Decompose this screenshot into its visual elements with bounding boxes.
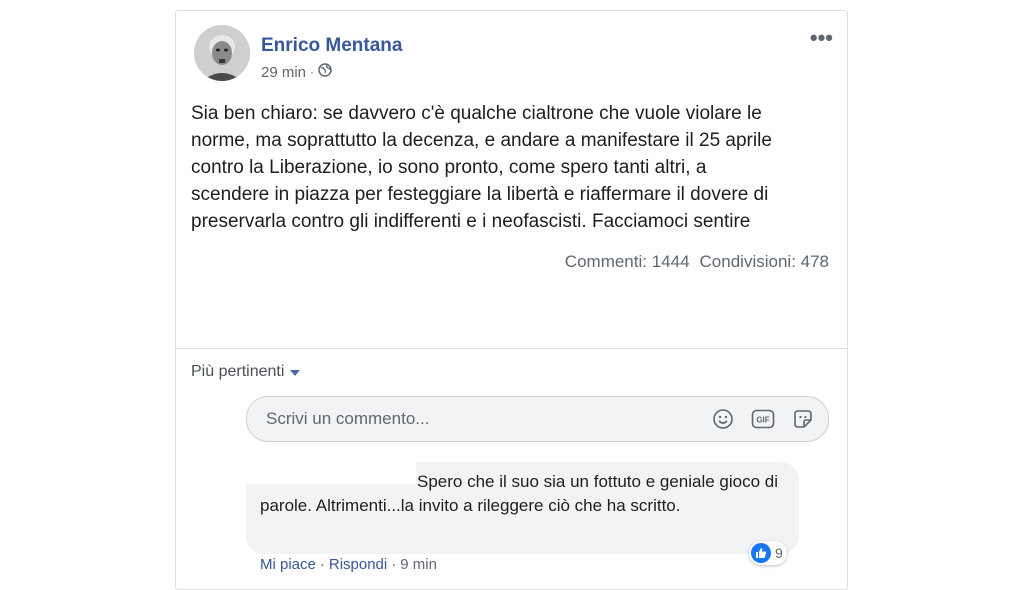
comment-text: Spero che il suo sia un fottuto e genial…: [260, 472, 779, 515]
comment-reactions[interactable]: 9: [749, 541, 787, 565]
like-link[interactable]: Mi piace: [260, 556, 316, 573]
comments-count[interactable]: Commenti: 1444: [565, 252, 690, 272]
post-time[interactable]: 29 min: [261, 64, 306, 81]
section-divider: [176, 348, 847, 349]
author-name[interactable]: Enrico Mentana: [261, 35, 402, 57]
svg-text:GIF: GIF: [756, 416, 769, 425]
gif-icon[interactable]: GIF: [750, 406, 776, 432]
comment-time[interactable]: 9 min: [400, 556, 437, 573]
reply-link[interactable]: Rispondi: [329, 556, 387, 573]
comment-input[interactable]: [264, 408, 696, 430]
shares-count[interactable]: Condivisioni: 478: [700, 252, 829, 272]
post-meta: 29 min ·: [261, 63, 332, 81]
comment-composer[interactable]: GIF: [246, 396, 829, 442]
sticker-icon[interactable]: [790, 406, 816, 432]
post-stats: Commenti: 1444 Condivisioni: 478: [565, 252, 829, 272]
meta-separator: ·: [310, 65, 315, 79]
comment-sort-dropdown[interactable]: Più pertinenti: [191, 363, 301, 381]
post-text: Sia ben chiaro: se davvero c'è qualche c…: [191, 103, 772, 232]
sort-label: Più pertinenti: [191, 363, 285, 380]
comment-actions: Mi piace · Rispondi · 9 min: [260, 556, 437, 573]
author-avatar[interactable]: [194, 25, 250, 81]
like-count: 9: [775, 545, 783, 561]
globe-icon: [318, 63, 332, 81]
action-separator: ·: [319, 556, 325, 573]
action-separator: ·: [391, 556, 397, 573]
more-options-icon[interactable]: •••: [810, 27, 833, 49]
thumbs-up-icon: [751, 543, 771, 563]
caret-down-icon: [290, 370, 301, 376]
comment-bubble: Spero che il suo sia un fottuto e genial…: [246, 462, 799, 554]
emoji-icon[interactable]: [710, 406, 736, 432]
